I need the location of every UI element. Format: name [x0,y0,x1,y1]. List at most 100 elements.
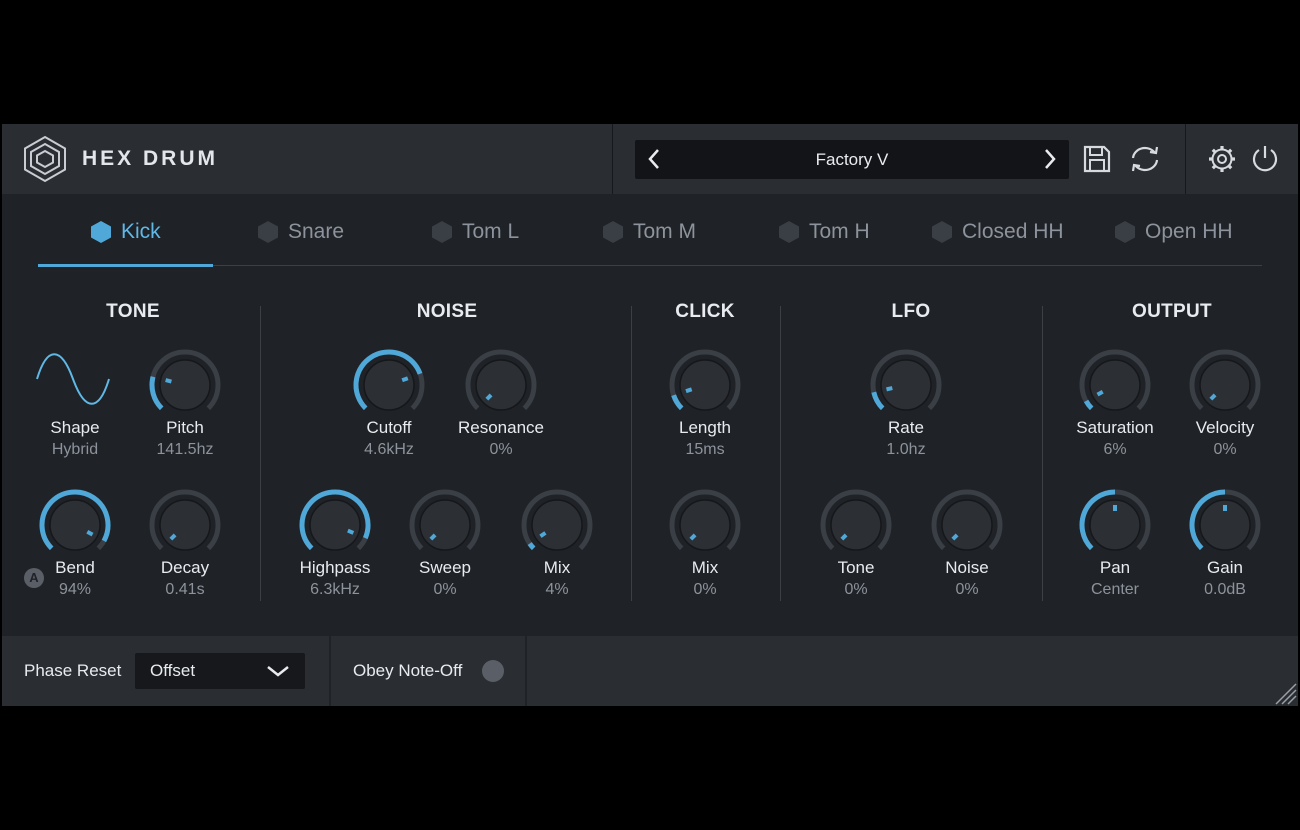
tab-label: Kick [121,220,161,243]
knob-body [830,499,882,551]
knob-dial[interactable] [146,486,224,564]
knob-indicator [86,529,94,537]
knob-dial[interactable] [146,346,224,424]
section-divider [631,306,632,601]
output-gain-knob[interactable]: Gain 0.0dB [1165,486,1285,606]
sine-wave-icon[interactable] [35,352,111,406]
noise-highpass-value: 6.3kHz [310,581,360,598]
settings-button[interactable] [1205,142,1239,176]
tab-closed-hh[interactable]: Closed HH [931,217,1064,247]
knob-dial[interactable] [817,486,895,564]
knob-dial[interactable] [666,346,744,424]
knob-dial[interactable] [36,486,114,564]
resize-grip-icon[interactable] [1270,678,1298,706]
noise-cutoff-knob[interactable]: Cutoff 4.6kHz [329,346,449,466]
knob-dial[interactable] [518,486,596,564]
knob-dial[interactable] [867,346,945,424]
tone-decay-knob[interactable]: Decay 0.41s [125,486,245,606]
footer-bar: Phase Reset Offset Obey Note-Off [2,636,1298,706]
save-button[interactable] [1080,142,1114,176]
knob-indicator [886,386,893,392]
knob-dial[interactable] [1186,486,1264,564]
tab-open-hh[interactable]: Open HH [1114,217,1233,247]
knob-body [159,499,211,551]
knob-body [941,499,993,551]
output-pan-knob[interactable]: Pan Center [1055,486,1175,606]
header-divider [612,124,613,194]
knob-dial[interactable] [296,486,374,564]
noise-mix-knob[interactable]: Mix 4% [497,486,617,606]
knob-dial[interactable] [350,346,428,424]
knob-dial[interactable] [1076,486,1154,564]
knob-body [880,359,932,411]
noise-resonance-knob[interactable]: Resonance 0% [441,346,561,466]
preset-name[interactable]: Factory V [675,140,1029,179]
output-velocity-label: Velocity [1195,418,1255,437]
knob-body [1089,359,1141,411]
tab-tom-l[interactable]: Tom L [431,217,519,247]
click-length-knob[interactable]: Length 15ms [645,346,765,466]
preset-next-button[interactable] [1035,144,1065,174]
refresh-button[interactable] [1128,142,1162,176]
knob-indicator [539,531,547,538]
section-title-tone: TONE [106,301,160,322]
click-length-label: Length [679,418,731,437]
noise-sweep-label: Sweep [419,558,471,577]
output-velocity-knob[interactable]: Velocity 0% [1165,346,1285,466]
knob-body [309,499,361,551]
automation-badge[interactable]: A [24,568,44,588]
hexagon-icon [932,221,952,243]
tab-label: Tom M [633,220,696,243]
preset-selector[interactable]: Factory V [635,140,1069,179]
tab-snare[interactable]: Snare [257,217,344,247]
knob-indicator [1096,389,1104,397]
section-title-output: OUTPUT [1132,301,1212,322]
lfo-noise-knob[interactable]: Noise 0% [907,486,1027,606]
footer-divider [329,636,331,706]
phase-reset-dropdown[interactable]: Offset [135,653,305,689]
knob-dial[interactable] [1076,346,1154,424]
lfo-rate-knob[interactable]: Rate 1.0hz [846,346,966,466]
lfo-tone-label: Tone [837,558,875,577]
tab-kick[interactable]: Kick [90,217,161,247]
tab-label: Tom H [809,220,870,243]
output-velocity-value: 0% [1213,441,1237,458]
lfo-noise-value: 0% [955,581,979,598]
tone-bend-knob[interactable]: Bend 94% [15,486,135,606]
tab-label: Open HH [1145,220,1233,243]
noise-highpass-knob[interactable]: Highpass 6.3kHz [275,486,395,606]
knob-dial[interactable] [666,486,744,564]
hexagon-icon [432,221,452,243]
hexagon-logo-icon [24,135,66,183]
preset-prev-button[interactable] [639,144,669,174]
tab-tom-h[interactable]: Tom H [778,217,870,247]
knob-value-arc [871,391,885,411]
noise-mix-value: 4% [545,581,569,598]
lfo-tone-knob[interactable]: Tone 0% [796,486,916,606]
tab-tom-m[interactable]: Tom M [602,217,696,247]
output-saturation-knob[interactable]: Saturation 6% [1055,346,1175,466]
knob-dial[interactable] [1186,346,1264,424]
output-saturation-label: Saturation [1076,418,1154,437]
obey-note-off-label: Obey Note-Off [353,661,463,680]
header-bar: HEX DRUM Factory V [2,124,1298,194]
lfo-noise-label: Noise [945,558,989,577]
section-divider [260,306,261,601]
phase-reset-label: Phase Reset [24,661,122,680]
knob-value-arc [527,542,536,551]
brand: HEX DRUM [22,135,218,183]
knob-dial[interactable] [462,346,540,424]
knob-dial[interactable] [406,486,484,564]
power-button[interactable] [1248,142,1282,176]
power-icon [1252,146,1278,172]
footer-divider [525,636,527,706]
knob-dial[interactable] [928,486,1006,564]
section-divider [1042,306,1043,601]
section-title-lfo: LFO [891,301,931,322]
obey-note-off-toggle[interactable] [482,660,504,682]
knob-value-arc [671,394,684,411]
click-mix-knob[interactable]: Mix 0% [645,486,765,606]
noise-sweep-knob[interactable]: Sweep 0% [385,486,505,606]
tone-pitch-knob[interactable]: Pitch 141.5hz [125,346,245,466]
tone-pitch-label: Pitch [166,418,204,437]
